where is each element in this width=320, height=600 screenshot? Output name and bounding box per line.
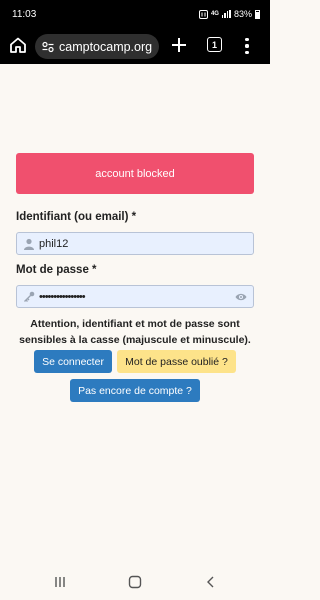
username-field[interactable] [16,232,254,255]
tab-count: 1 [211,39,217,50]
status-time: 11:03 [12,9,37,20]
battery-percent: 83% [233,9,252,19]
status-bar: 11:03 4G 83% [0,0,270,28]
menu-icon[interactable] [240,36,254,56]
login-button[interactable]: Se connecter [34,350,112,373]
nfc-icon [198,9,208,19]
password-label: Mot de passe * [16,264,97,276]
url-text: camptocamp.org [59,39,153,54]
forgot-password-button[interactable]: Mot de passe oublié ? [117,350,236,373]
home-nav-icon[interactable] [128,575,142,589]
show-password-icon[interactable] [235,292,247,302]
error-alert: account blocked [16,153,254,194]
recent-apps-icon[interactable] [53,575,67,589]
address-bar[interactable]: camptocamp.org [35,34,159,59]
key-icon [24,291,35,302]
back-icon[interactable] [204,575,218,589]
home-icon[interactable] [9,36,27,54]
case-sensitivity-warning: Attention, identifiant et mot de passe s… [19,318,251,346]
system-nav-bar [0,565,270,600]
browser-toolbar: camptocamp.org 1 [0,28,270,64]
status-icons: 4G 83% [198,9,260,19]
alert-message: account blocked [95,167,175,180]
network-type: 4G [210,11,219,17]
password-input[interactable] [17,286,253,307]
tab-switcher-button[interactable]: 1 [207,37,222,52]
username-input[interactable] [17,233,253,254]
register-button[interactable]: Pas encore de compte ? [70,379,200,402]
site-settings-icon[interactable] [41,40,55,54]
username-label: Identifiant (ou email) * [16,211,137,223]
user-icon [24,238,34,250]
signal-icon [221,10,231,18]
battery-icon [255,9,260,19]
password-field[interactable] [16,285,254,308]
new-tab-icon[interactable] [168,34,190,56]
